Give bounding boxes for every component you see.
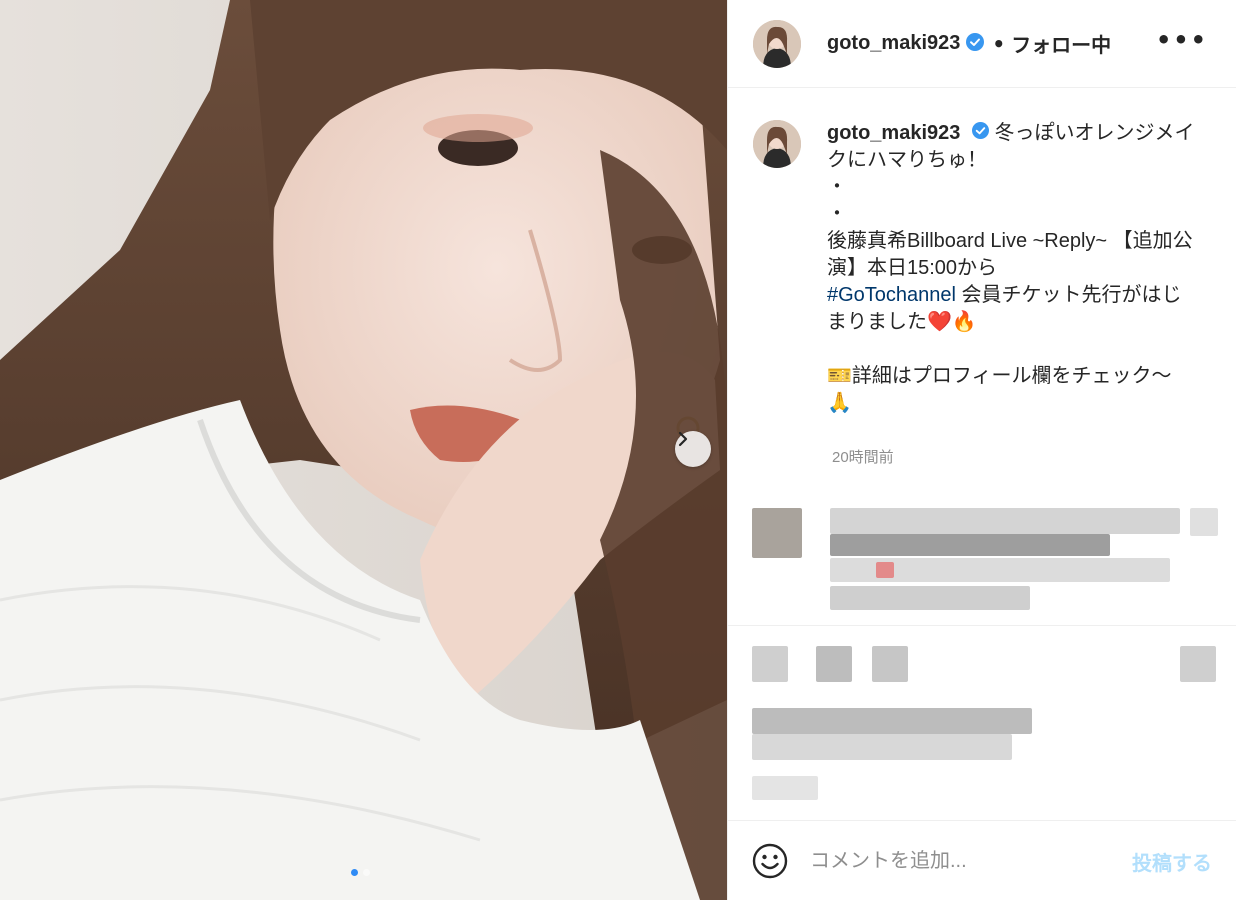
avatar-image	[753, 19, 801, 68]
pixelated-timestamp	[752, 776, 818, 800]
caption-line: ・	[827, 203, 847, 226]
pixelated-save-button	[1180, 646, 1216, 682]
chevron-right-icon	[678, 431, 688, 447]
caption-line: クにハマりちゅ！	[827, 149, 987, 172]
pixelated-action-bar	[728, 636, 1236, 821]
username[interactable]: goto_maki923	[827, 32, 960, 55]
pixelated-heart	[876, 562, 894, 578]
caption-line: まりました❤️🔥	[827, 311, 977, 334]
pixelated-text	[830, 534, 1110, 556]
pixelated-avatar	[752, 508, 802, 558]
caption-text: goto_maki923 冬っぽいオレンジメイ クにハマりちゅ！ ・ ・ 後藤真…	[827, 120, 1207, 417]
caption-username[interactable]: goto_maki923	[827, 122, 960, 144]
carousel-next-button[interactable]	[675, 431, 711, 467]
carousel-dot	[363, 869, 370, 876]
carousel-dot-active	[351, 869, 358, 876]
post-caption: goto_maki923 冬っぽいオレンジメイ クにハマりちゅ！ ・ ・ 後藤真…	[753, 120, 1211, 417]
pixelated-comment-button	[816, 646, 852, 682]
add-comment-bar: 投稿する	[728, 822, 1236, 900]
caption-line: 後藤真希Billboard Live ~Reply~ 【追加公	[827, 230, 1193, 253]
caption-line: 冬っぽいオレンジメイ	[994, 122, 1195, 144]
emoji-icon[interactable]	[752, 843, 788, 879]
pixelated-like-button	[752, 646, 788, 682]
avatar[interactable]	[753, 19, 801, 68]
avatar-image	[753, 120, 801, 168]
pixelated-likes	[752, 708, 1032, 734]
hashtag-link[interactable]: #GoTochannel	[827, 284, 956, 306]
caption-line: ・	[827, 176, 847, 199]
post-timestamp[interactable]: 20時間前	[832, 446, 894, 467]
pixelated-share-button	[872, 646, 908, 682]
pixelated-likes	[752, 734, 1012, 760]
carousel-indicator	[351, 869, 370, 876]
verified-badge-icon	[971, 120, 989, 147]
post-header: goto_maki923 • フォロー中 •••	[728, 0, 1236, 88]
following-button[interactable]: フォロー中	[1011, 29, 1111, 58]
more-options-icon[interactable]: •••	[1156, 26, 1208, 54]
post-photo[interactable]	[0, 0, 727, 900]
pixelated-text	[830, 586, 1030, 610]
pixelated-text	[830, 508, 1180, 534]
post-comment-button[interactable]: 投稿する	[1132, 847, 1212, 876]
comment-input[interactable]	[810, 849, 1100, 873]
caption-line: 会員チケット先行がはじ	[955, 284, 1182, 307]
photo-illustration	[0, 0, 727, 900]
caption-line: 演】本日15:00から	[827, 257, 998, 280]
caption-avatar[interactable]	[753, 120, 801, 168]
post-side-panel: goto_maki923 • フォロー中 ••• goto_maki923 冬っ…	[727, 0, 1236, 900]
pixelated-comment	[728, 500, 1236, 626]
header-separator: •	[992, 31, 1006, 56]
pixelated-like-icon	[1190, 508, 1218, 536]
caption-line: 🎫詳細はプロフィール欄をチェック〜	[827, 365, 1172, 388]
verified-badge-icon	[966, 32, 985, 55]
caption-line: 🙏	[827, 392, 852, 415]
